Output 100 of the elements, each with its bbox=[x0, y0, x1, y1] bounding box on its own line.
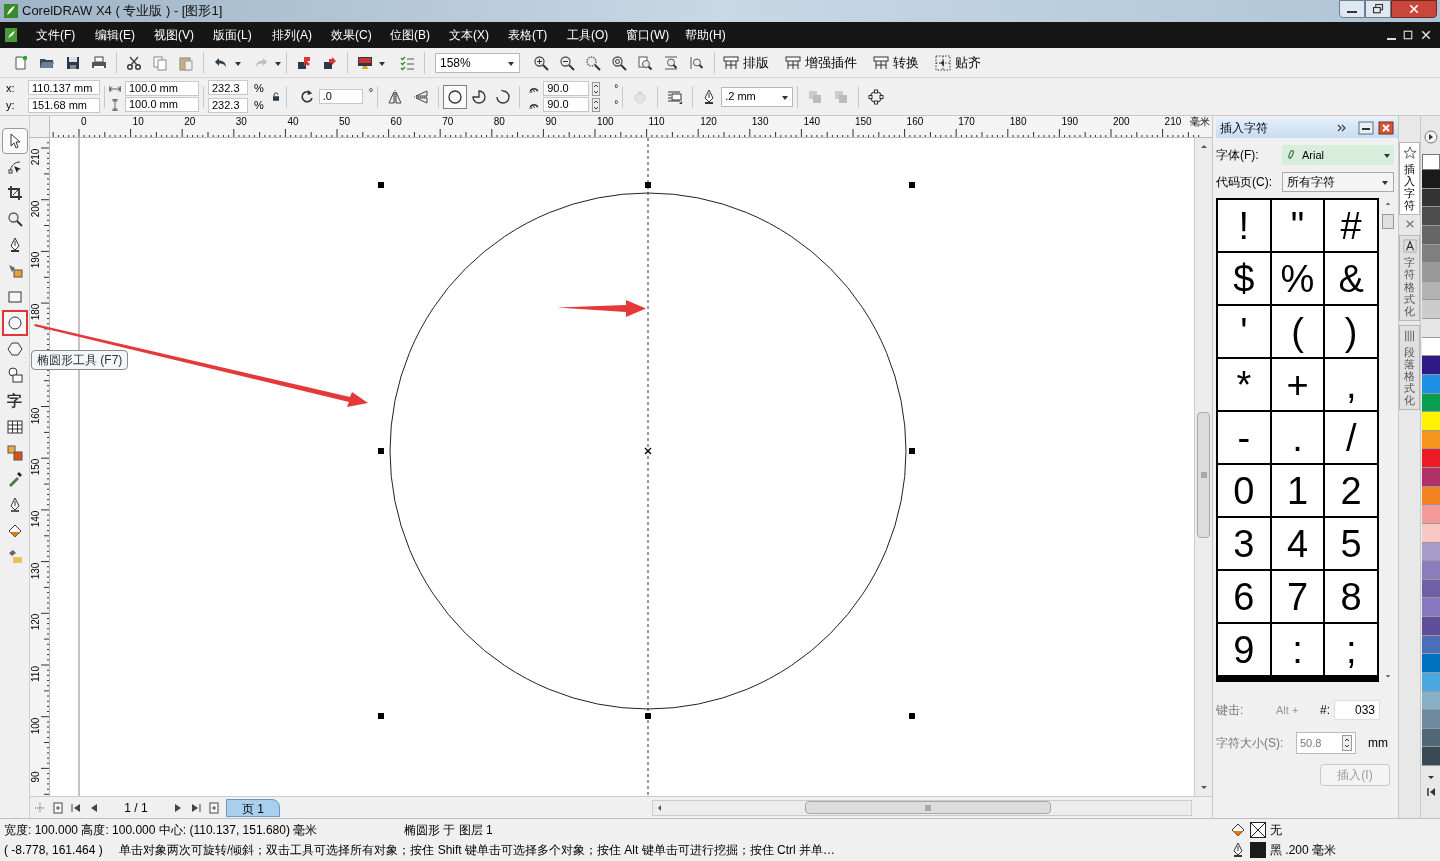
rotate-icon[interactable] bbox=[298, 88, 315, 105]
character-cell[interactable]: + bbox=[1271, 359, 1324, 410]
close-button[interactable] bbox=[1391, 0, 1437, 18]
mirror-horizontal-icon[interactable] bbox=[387, 88, 404, 105]
scrollbar-thumb[interactable] bbox=[1197, 412, 1210, 538]
add-page-icon[interactable] bbox=[52, 801, 64, 814]
character-cell[interactable]: " bbox=[1271, 200, 1324, 251]
minimize-icon[interactable] bbox=[1358, 121, 1374, 135]
character-cell[interactable]: $ bbox=[1218, 253, 1270, 304]
color-swatch[interactable] bbox=[1421, 170, 1440, 189]
text-tool-button[interactable]: 字 bbox=[1, 388, 28, 414]
ellipse-mode-icon[interactable] bbox=[443, 84, 468, 109]
zoom-in-icon[interactable] bbox=[533, 54, 549, 71]
no-color-swatch[interactable] bbox=[1421, 154, 1440, 170]
color-swatch[interactable] bbox=[1421, 225, 1440, 245]
guideline[interactable] bbox=[647, 138, 649, 796]
cut-icon[interactable] bbox=[126, 54, 142, 71]
color-swatch[interactable] bbox=[1421, 468, 1440, 487]
input-field[interactable]: 232.3 bbox=[208, 80, 248, 96]
color-swatch[interactable] bbox=[1421, 728, 1440, 748]
spinner-icon[interactable] bbox=[1342, 735, 1352, 751]
character-cell[interactable]: ! bbox=[1218, 200, 1270, 251]
convert-to-curves-icon[interactable] bbox=[868, 88, 885, 105]
menu-item[interactable]: 帮助(H) bbox=[685, 26, 744, 44]
character-cell[interactable]: 4 bbox=[1271, 518, 1324, 569]
restore-icon[interactable] bbox=[1402, 29, 1414, 41]
color-swatch[interactable] bbox=[1421, 337, 1440, 357]
menu-item[interactable]: 工具(O) bbox=[567, 26, 626, 44]
character-cell[interactable]: : bbox=[1271, 624, 1324, 675]
menu-item[interactable]: 文本(X) bbox=[449, 26, 508, 44]
color-swatch[interactable] bbox=[1421, 281, 1440, 301]
color-swatch[interactable] bbox=[1421, 188, 1440, 208]
zoom-level-dropdown[interactable]: 158% bbox=[435, 52, 520, 73]
menu-item[interactable]: 表格(T) bbox=[508, 26, 567, 44]
dropdown-caret-icon[interactable] bbox=[1383, 151, 1391, 159]
color-swatch[interactable] bbox=[1421, 617, 1440, 636]
last-page-icon[interactable] bbox=[190, 801, 202, 814]
color-swatch[interactable] bbox=[1421, 672, 1440, 692]
close-icon[interactable] bbox=[1378, 121, 1394, 135]
zoom-width-icon[interactable] bbox=[663, 54, 679, 71]
scroll-up-icon[interactable] bbox=[1383, 200, 1392, 208]
toolbar-button[interactable]: 增强插件 bbox=[781, 50, 861, 75]
horizontal-scrollbar[interactable] bbox=[652, 799, 1192, 816]
color-swatch[interactable] bbox=[1421, 412, 1440, 431]
color-swatch[interactable] bbox=[1421, 542, 1440, 562]
character-cell[interactable]: 1 bbox=[1271, 465, 1324, 516]
character-code-field[interactable]: 033 bbox=[1334, 700, 1380, 720]
color-swatch[interactable] bbox=[1421, 505, 1440, 524]
zoom-out-icon[interactable] bbox=[559, 54, 575, 71]
import-icon[interactable] bbox=[296, 54, 312, 71]
maximize-button[interactable] bbox=[1365, 0, 1391, 18]
scrollbar-thumb[interactable] bbox=[1381, 214, 1394, 229]
input-field[interactable]: 90.0 bbox=[543, 97, 590, 112]
character-cell[interactable]: ) bbox=[1325, 306, 1377, 357]
color-swatch[interactable] bbox=[1421, 747, 1440, 766]
zoom-height-icon[interactable] bbox=[689, 54, 705, 71]
menu-item[interactable]: 编辑(E) bbox=[95, 26, 154, 44]
menu-item[interactable]: 视图(V) bbox=[154, 26, 213, 44]
character-cell[interactable]: 3 bbox=[1218, 518, 1270, 569]
save-icon[interactable] bbox=[65, 54, 81, 71]
character-cell[interactable]: ( bbox=[1271, 306, 1324, 357]
input-field[interactable]: .0 bbox=[318, 89, 363, 104]
docker-tab[interactable]: 段落格式化 bbox=[1399, 324, 1420, 411]
character-cell[interactable]: 8 bbox=[1325, 571, 1377, 622]
zoom-page-icon[interactable] bbox=[637, 54, 653, 71]
color-swatch[interactable] bbox=[1421, 486, 1440, 506]
printer-icon[interactable] bbox=[91, 54, 107, 71]
character-cell[interactable]: . bbox=[1271, 412, 1324, 463]
character-cell[interactable]: / bbox=[1325, 412, 1377, 463]
input-field[interactable]: 151.68 mm bbox=[28, 97, 100, 113]
color-swatch[interactable] bbox=[1421, 710, 1440, 729]
input-field[interactable]: 90.0 bbox=[543, 81, 590, 96]
minimize-button[interactable] bbox=[1339, 0, 1365, 18]
character-cell[interactable]: 2 bbox=[1325, 465, 1377, 516]
color-swatch[interactable] bbox=[1421, 430, 1440, 450]
codepage-dropdown[interactable]: 所有字符 bbox=[1282, 172, 1394, 192]
color-swatch[interactable] bbox=[1421, 598, 1440, 617]
vertical-scrollbar[interactable] bbox=[1194, 138, 1212, 796]
toolbar-button[interactable]: 贴齐 bbox=[931, 50, 985, 75]
color-swatch[interactable] bbox=[1421, 244, 1440, 264]
character-size-field[interactable]: 50.8 bbox=[1296, 732, 1356, 754]
wrap-text-icon[interactable] bbox=[667, 88, 684, 105]
character-cell[interactable]: - bbox=[1218, 412, 1270, 463]
menu-item[interactable]: 位图(B) bbox=[390, 26, 449, 44]
toolbar-button[interactable]: 转换 bbox=[869, 50, 923, 75]
color-swatch[interactable] bbox=[1421, 263, 1440, 282]
color-swatch[interactable] bbox=[1421, 300, 1440, 319]
options-icon[interactable] bbox=[399, 54, 415, 71]
zoom-all-objects-icon[interactable] bbox=[611, 54, 627, 71]
outline-width-dropdown[interactable]: .2 mm bbox=[721, 86, 794, 107]
menu-item[interactable]: 效果(C) bbox=[331, 26, 390, 44]
page-tab[interactable]: 页 1 bbox=[226, 798, 280, 817]
color-swatch[interactable] bbox=[1421, 561, 1440, 580]
character-cell[interactable]: 5 bbox=[1325, 518, 1377, 569]
docker-tab[interactable]: 插入字符 bbox=[1399, 142, 1420, 216]
menu-item[interactable]: 排列(A) bbox=[272, 26, 331, 44]
font-dropdown[interactable]: Arial bbox=[1282, 145, 1394, 165]
character-cell[interactable]: # bbox=[1325, 200, 1377, 251]
first-page-icon[interactable] bbox=[70, 801, 82, 814]
add-page-icon[interactable] bbox=[208, 801, 220, 814]
